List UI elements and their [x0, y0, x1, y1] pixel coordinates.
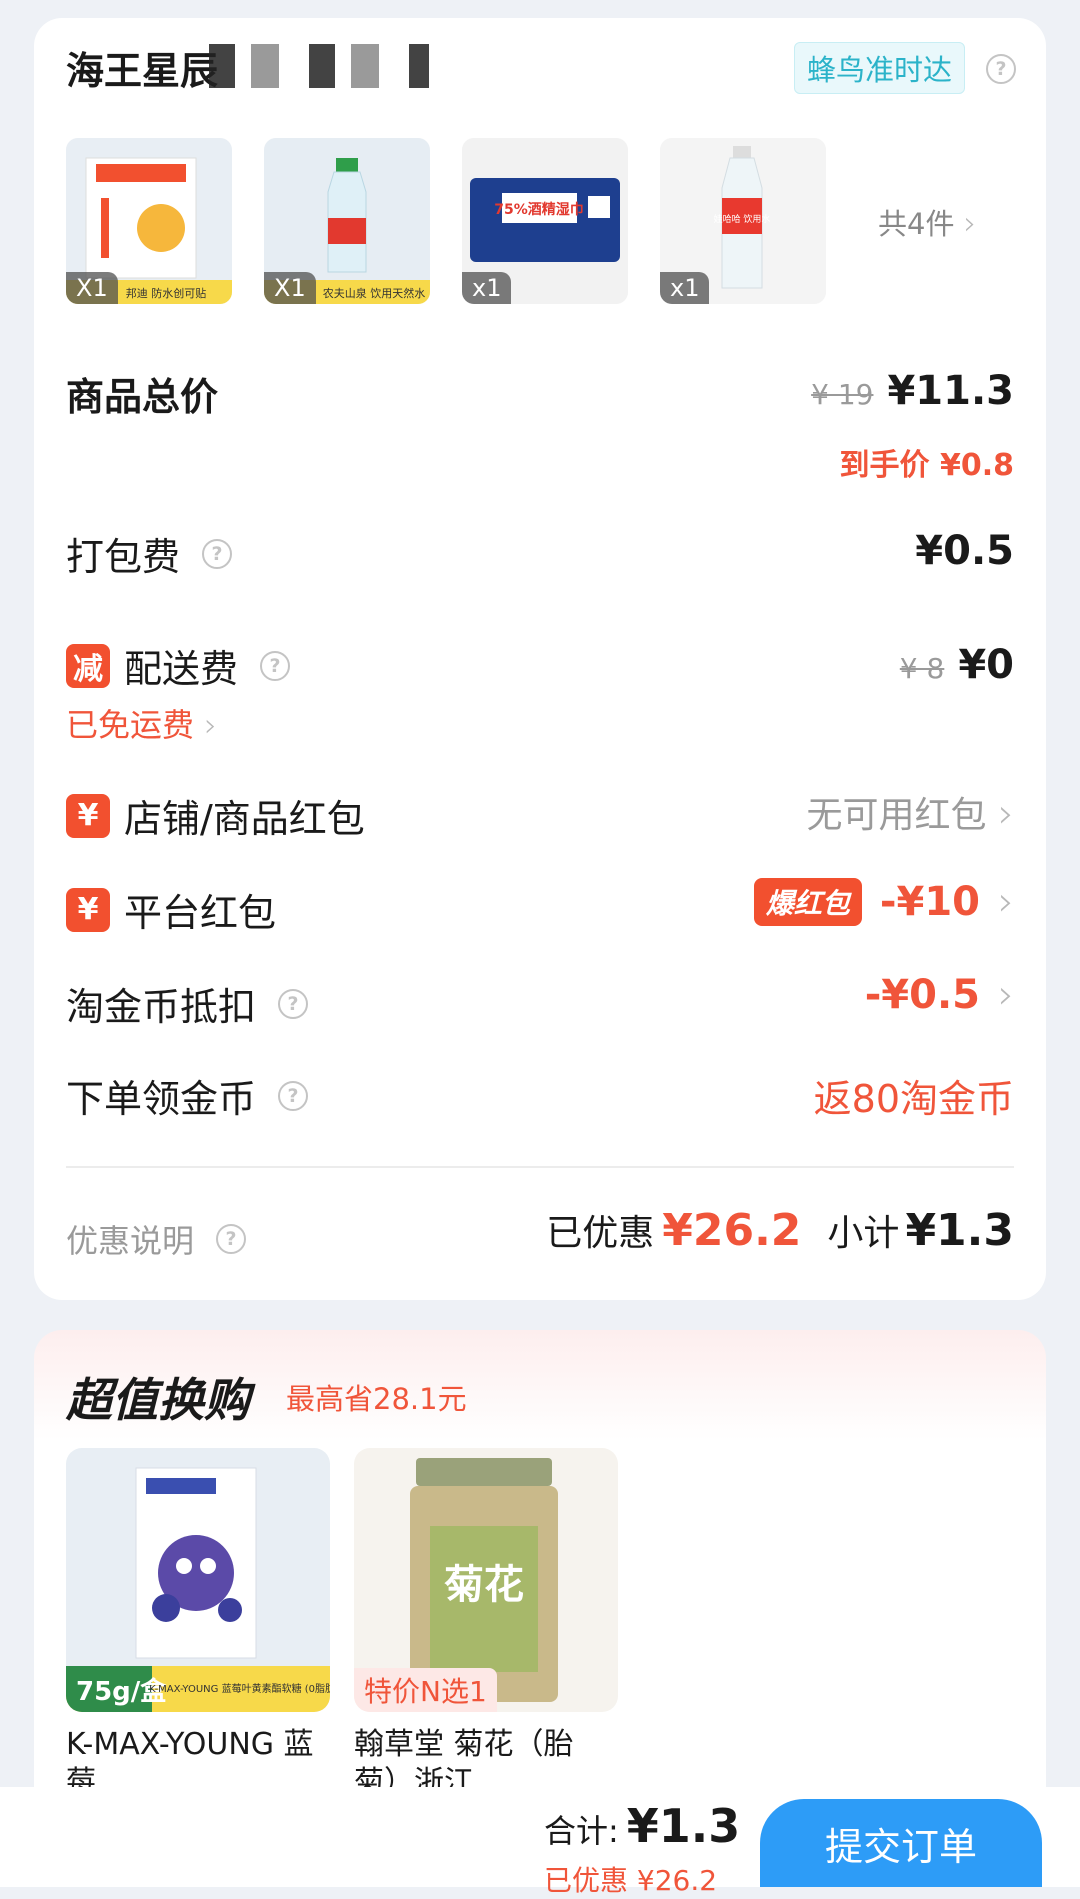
shop-coupon-chevron-icon: ›	[998, 791, 1014, 837]
item-thumb-2[interactable]: 农夫山泉 饮用天然水 X1	[264, 138, 430, 304]
item-qty-3: x1	[462, 272, 512, 304]
coin-help-icon[interactable]: ?	[278, 988, 309, 1019]
yuan-coupon-icon: ¥	[66, 793, 110, 838]
subtotal-value: ¥1.3	[905, 1205, 1014, 1256]
swap-subtitle: 最高省28.1元	[286, 1382, 467, 1416]
free-delivery-note[interactable]: 已免运费 ›	[66, 700, 217, 746]
coin-chevron-icon: ›	[998, 972, 1014, 1018]
swap-title: 超值换购	[66, 1373, 250, 1427]
item-qty-2: X1	[264, 272, 316, 304]
shop-coupon-label: 店铺/商品红包	[124, 797, 365, 841]
discount-info-label: 优惠说明	[66, 1222, 195, 1260]
discount-info[interactable]: 优惠说明?	[66, 1216, 247, 1262]
earn-row: 下单领金币?	[66, 1068, 309, 1123]
packing-price: ¥0.5	[915, 528, 1014, 574]
item-qty-1: X1	[66, 272, 118, 304]
discount-tag-icon: 减	[66, 643, 110, 688]
item-thumb-1[interactable]: 邦迪 防水创可贴 X1	[66, 138, 232, 304]
coin-value-group[interactable]: -¥0.5 ›	[865, 972, 1014, 1018]
packing-help-icon[interactable]: ?	[202, 538, 233, 569]
delivery-label: 配送费	[124, 647, 239, 691]
totals-group: 已优惠 ¥26.2 小计 ¥1.3	[546, 1204, 1014, 1256]
shop-coupon-value: 无可用红包	[806, 795, 987, 836]
shop-coupon-row[interactable]: ¥ 店铺/商品红包	[66, 788, 365, 843]
shop-coupon-value-group[interactable]: 无可用红包 ›	[807, 786, 1014, 838]
goods-original-price: ¥ 19	[811, 378, 874, 411]
earn-value: 返80淘金币	[813, 1077, 1014, 1121]
total-value: ¥1.3	[626, 1799, 741, 1853]
goods-price: ¥11.3	[887, 368, 1014, 414]
delivery-original-price: ¥ 8	[899, 652, 945, 685]
platform-coupon-chevron-icon: ›	[998, 879, 1014, 925]
earn-help-icon[interactable]: ?	[278, 1080, 309, 1111]
item-count[interactable]: 共4件 ›	[878, 201, 976, 243]
special-offer-badge: 特价N选1	[354, 1668, 497, 1712]
delivery-badge: 蜂鸟准时达	[794, 42, 966, 94]
subtotal-label: 小计	[827, 1213, 900, 1254]
item-count-chevron-icon: ›	[963, 204, 977, 242]
yuan-platform-icon: ¥	[66, 887, 110, 932]
discount-info-help-icon: ?	[216, 1224, 247, 1254]
delivery-row: 减配送费?	[66, 638, 291, 693]
submit-order-button[interactable]: 提交订单	[760, 1799, 1042, 1887]
redacted-address	[209, 44, 429, 88]
swap-product-1[interactable]: 75g/盒 K-MAX-YOUNG 蓝莓叶黄素酯软糖 (0脂肪)	[66, 1448, 330, 1712]
jar-label: 菊花	[444, 1561, 524, 1608]
delivery-fee-help-icon[interactable]: ?	[260, 650, 291, 681]
platform-coupon-row[interactable]: ¥ 平台红包	[66, 882, 276, 937]
total-label: 合计:	[544, 1812, 619, 1850]
bottom-bar: 合计: ¥1.3 已优惠 ¥26.2 提交订单	[0, 1787, 1080, 1897]
item-thumb-4-title: 娃哈哈 饮用水	[714, 213, 771, 225]
coin-row: 淘金币抵扣?	[66, 976, 309, 1031]
platform-coupon-label: 平台红包	[124, 891, 277, 935]
gummy-line: K-MAX-YOUNG 蓝莓叶黄素酯软糖 (0脂肪)	[149, 1682, 330, 1695]
order-card: 海王星辰 蜂鸟准时达 ? 邦迪 防水创可贴 X1 农夫山泉 饮用天然水 X1 7…	[34, 18, 1046, 1300]
gummy-box-image: 75g/盒 K-MAX-YOUNG 蓝莓叶黄素酯软糖 (0脂肪)	[66, 1448, 330, 1712]
delivery-price: ¥0	[958, 642, 1014, 688]
delivery-price-group: ¥ 8 ¥0	[900, 642, 1014, 688]
item-qty-4: x1	[660, 272, 710, 304]
item-thumb-3[interactable]: 75%酒精湿巾 x1	[462, 138, 628, 304]
delivery-help-icon[interactable]: ?	[986, 54, 1016, 84]
item-thumb-4[interactable]: 娃哈哈 饮用水 x1	[660, 138, 826, 304]
item-count-text: 共4件	[878, 207, 955, 241]
packing-row: 打包费?	[66, 526, 233, 581]
saved-label: 已优惠	[546, 1213, 655, 1254]
store-name[interactable]: 海王星辰	[66, 40, 218, 95]
item-thumb-2-title: 农夫山泉 饮用天然水	[323, 286, 426, 300]
packing-label: 打包费	[66, 535, 181, 579]
coin-label: 淘金币抵扣	[66, 985, 257, 1029]
coin-value: -¥0.5	[864, 972, 980, 1018]
item-thumb-3-title: 75%酒精湿巾	[494, 201, 584, 218]
platform-coupon-value-group[interactable]: 爆红包 -¥10 ›	[753, 878, 1014, 926]
earn-label: 下单领金币	[66, 1077, 257, 1121]
hot-coupon-badge: 爆红包	[753, 878, 862, 926]
platform-coupon-value: -¥10	[879, 879, 980, 925]
swap-product-2[interactable]: 菊花 特价N选1	[354, 1448, 618, 1712]
goods-hand-price: 到手价 ¥0.8	[839, 448, 1014, 483]
free-delivery-text: 已免运费	[66, 706, 195, 744]
free-delivery-chevron-icon: ›	[204, 706, 217, 744]
item-thumb-1-title: 邦迪 防水创可贴	[126, 286, 207, 300]
goods-label: 商品总价	[66, 375, 219, 419]
footer-saved: 已优惠 ¥26.2	[544, 1864, 718, 1897]
saved-value: ¥26.2	[662, 1205, 802, 1256]
total-group: 合计: ¥1.3	[544, 1799, 740, 1853]
divider	[66, 1166, 1014, 1168]
goods-price-group: ¥ 19 ¥11.3	[811, 368, 1014, 414]
